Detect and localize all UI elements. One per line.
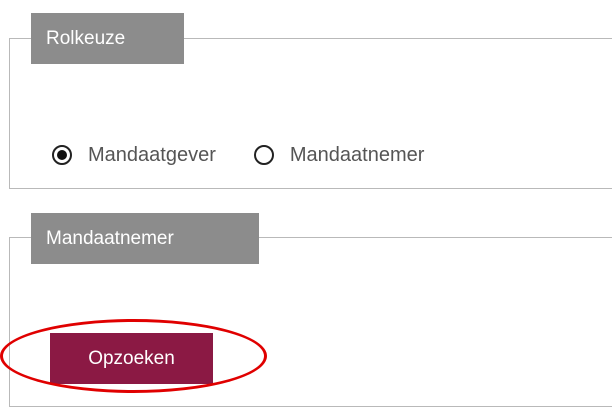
- radio-unchecked-icon[interactable]: [253, 145, 274, 165]
- search-button[interactable]: Opzoeken: [50, 333, 213, 384]
- mandatee-legend: Mandaatnemer: [31, 213, 259, 264]
- mandatee-legend-text: Mandaatnemer: [46, 228, 174, 249]
- radio-label-mandaatgever: Mandaatgever: [88, 143, 216, 166]
- radio-checked-icon[interactable]: [52, 145, 72, 165]
- role-choice-legend: Rolkeuze: [31, 13, 184, 64]
- role-choice-legend-text: Rolkeuze: [46, 28, 126, 49]
- radio-label-mandaatnemer: Mandaatnemer: [289, 143, 425, 166]
- radio-option-mandaatnemer[interactable]: Mandaatnemer: [253, 143, 425, 167]
- role-radio-group: Mandaatgever Mandaatnemer: [52, 138, 424, 172]
- radio-option-mandaatgever[interactable]: Mandaatgever: [52, 144, 216, 167]
